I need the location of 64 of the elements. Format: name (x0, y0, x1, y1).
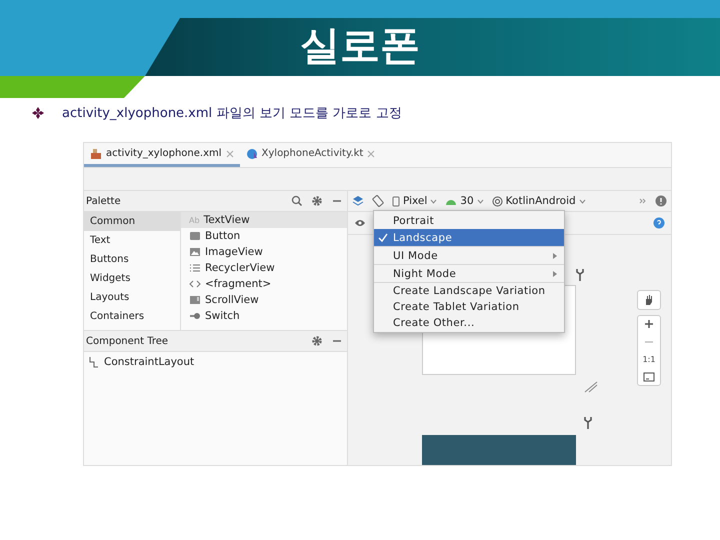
device-dropdown[interactable]: Pixel (392, 195, 438, 207)
palette-widget[interactable]: ImageView (181, 244, 347, 260)
wrench-icon (576, 269, 584, 281)
scroll-view-icon (189, 294, 201, 306)
list-icon (189, 262, 201, 274)
panel-title: Component Tree (86, 336, 168, 346)
palette-widget[interactable]: Button (181, 228, 347, 244)
phone-icon (392, 196, 400, 206)
caret-icon (578, 198, 586, 204)
submenu-arrow-icon (552, 252, 558, 260)
caret-icon (476, 198, 484, 204)
settings-icon (311, 335, 323, 347)
image-icon (189, 246, 201, 258)
settings-icon (311, 195, 323, 207)
palette-category[interactable]: Text (84, 231, 180, 250)
search-icon (291, 195, 303, 207)
more-icon (639, 197, 647, 205)
tree-item[interactable]: ConstraintLayout (88, 355, 194, 369)
menu-item[interactable]: Night Mode (374, 264, 564, 282)
palette-category[interactable]: Widgets (84, 269, 180, 288)
fit-screen-icon (643, 372, 655, 382)
menu-item[interactable]: UI Mode (374, 246, 564, 264)
button-icon (189, 230, 201, 242)
palette-widget[interactable]: ScrollView (181, 292, 347, 308)
palette-widget[interactable]: RecyclerView (181, 260, 347, 276)
wrench-icon (584, 417, 592, 429)
theme-icon (492, 196, 503, 206)
bullet-icon (32, 107, 44, 119)
palette-category[interactable]: Containers (84, 307, 180, 326)
layers-icon (352, 195, 364, 207)
bullet-text: activity_xlyophone.xml 파일의 보기 모드를 가로로 고정 (62, 105, 402, 122)
switch-icon (189, 310, 201, 322)
menu-item[interactable]: Portrait (374, 212, 564, 229)
editor-tab[interactable]: XylophoneActivity.kt (240, 143, 382, 167)
palette-widget[interactable]: Ab TextView (181, 212, 347, 228)
code-icon (189, 278, 201, 290)
palette-category[interactable]: Common (84, 212, 180, 231)
pan-button[interactable] (637, 290, 661, 310)
warning-icon (655, 195, 667, 207)
menu-item[interactable]: Create Tablet Variation (374, 299, 564, 315)
zoom-in-icon (644, 319, 654, 329)
palette-category[interactable]: Layouts (84, 288, 180, 307)
layout-icon (88, 356, 100, 368)
palette-widget[interactable]: <fragment> (181, 276, 347, 292)
editor-tab[interactable]: activity_xylophone.xml (84, 143, 240, 167)
resize-handle-icon (584, 381, 598, 393)
check-icon (378, 232, 388, 242)
caret-icon (430, 198, 438, 204)
hand-icon (643, 294, 655, 306)
menu-item[interactable]: Create Landscape Variation (374, 282, 564, 299)
panel-title: Palette (86, 196, 121, 206)
api-dropdown[interactable]: 30 (445, 195, 484, 207)
palette-widget[interactable]: Switch (181, 308, 347, 324)
close-icon (226, 150, 234, 158)
slide-title: 실로폰 (300, 22, 420, 71)
actual-size-button[interactable]: 1:1 (642, 355, 656, 364)
theme-dropdown[interactable]: KotlinAndroid (492, 195, 586, 207)
menu-item[interactable]: Create Other... (374, 315, 564, 331)
help-icon (653, 217, 665, 229)
submenu-arrow-icon (552, 270, 558, 278)
eye-icon (354, 217, 366, 229)
palette-category[interactable]: Buttons (84, 250, 180, 269)
close-icon (367, 150, 376, 158)
menu-item[interactable]: Landscape (374, 229, 564, 246)
